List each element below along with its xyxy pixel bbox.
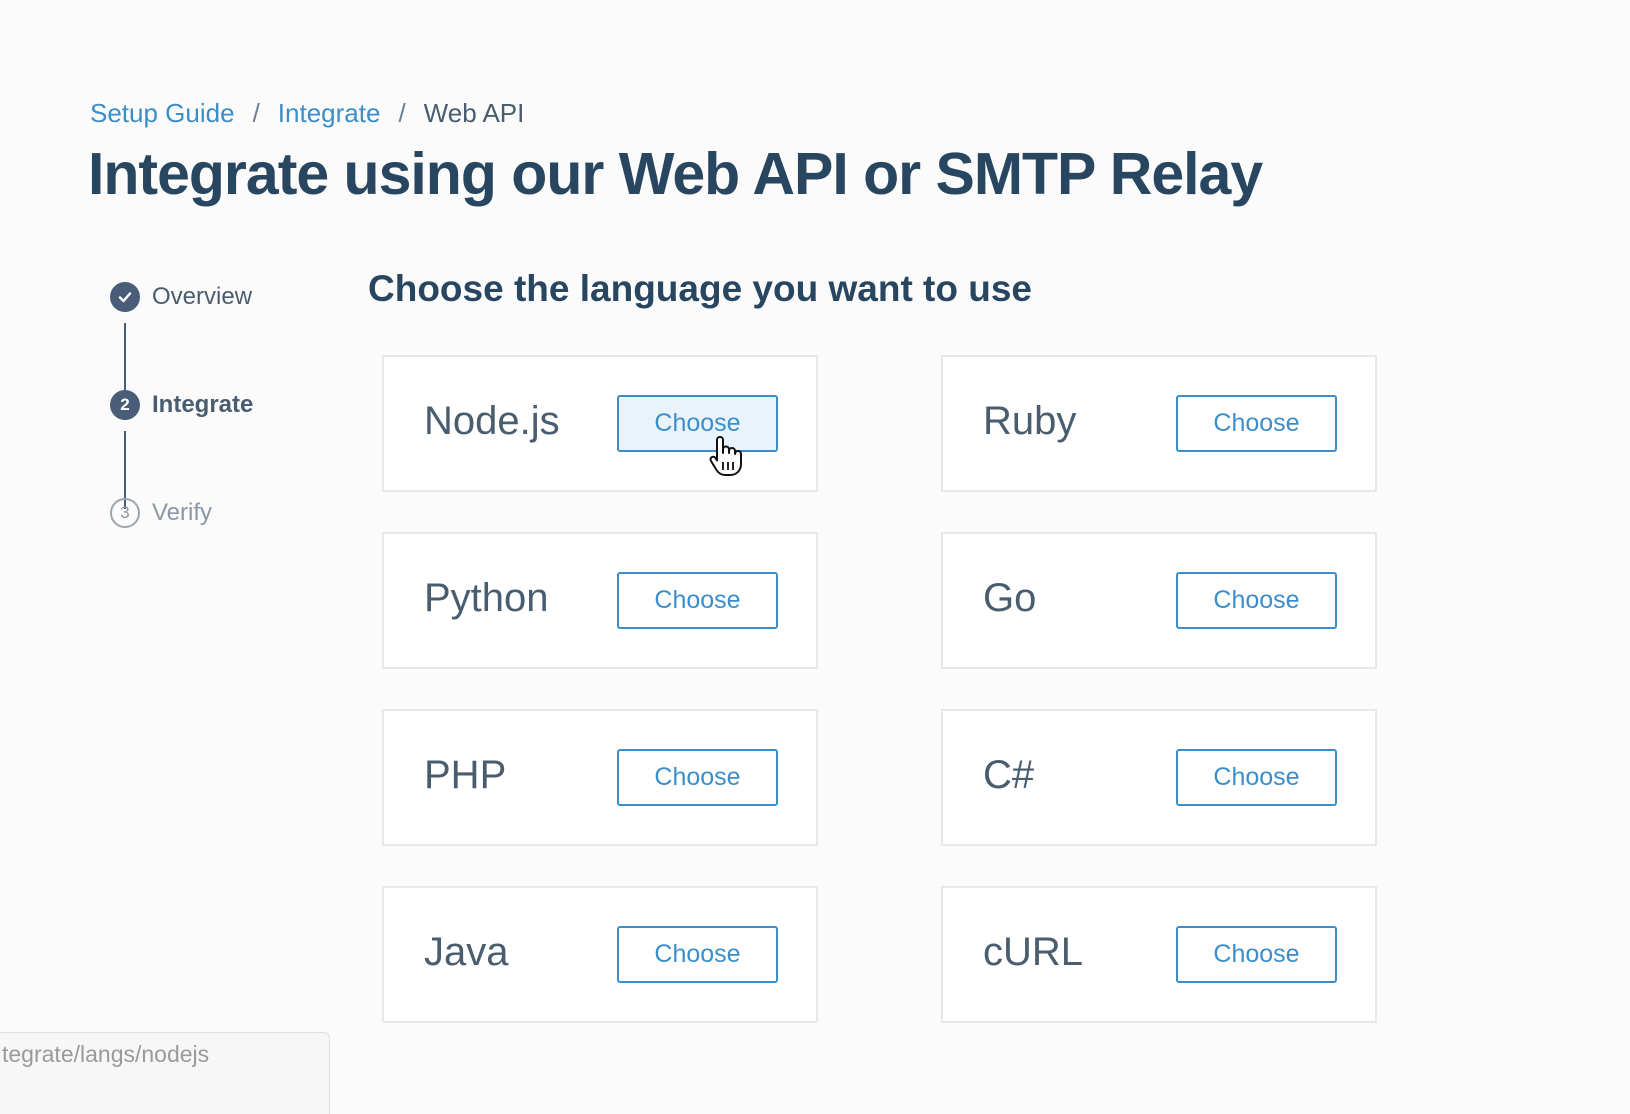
choose-ruby-button[interactable]: Choose xyxy=(1176,395,1337,452)
language-card-python: Python Choose xyxy=(382,532,818,669)
breadcrumb-current: Web API xyxy=(423,98,525,128)
language-name: cURL xyxy=(983,930,1084,974)
step-integrate[interactable]: 2 Integrate xyxy=(110,389,253,421)
language-card-ruby: Ruby Choose xyxy=(941,355,1377,492)
language-name: Ruby xyxy=(983,399,1077,443)
language-grid: Node.js Choose Ruby Choose Python Choose… xyxy=(382,355,1377,1023)
choose-java-button[interactable]: Choose xyxy=(617,926,778,983)
language-name: Python xyxy=(424,576,549,620)
breadcrumb-separator: / xyxy=(252,98,260,128)
language-card-csharp: C# Choose xyxy=(941,709,1377,846)
choose-curl-button[interactable]: Choose xyxy=(1176,926,1337,983)
choose-nodejs-button[interactable]: Choose xyxy=(617,395,778,452)
hand-pointer-icon xyxy=(709,436,742,476)
step-label-overview: Overview xyxy=(152,283,253,310)
step-verify[interactable]: 3 Verify xyxy=(110,497,212,529)
breadcrumb: Setup Guide / Integrate / Web API xyxy=(90,98,524,129)
check-icon xyxy=(110,282,140,312)
language-card-java: Java Choose xyxy=(382,886,818,1023)
language-name: C# xyxy=(983,753,1035,797)
breadcrumb-link-integrate[interactable]: Integrate xyxy=(278,98,381,129)
choose-python-button[interactable]: Choose xyxy=(617,572,778,629)
step-label-verify: Verify xyxy=(152,499,213,526)
language-name: Java xyxy=(424,930,509,974)
language-card-go: Go Choose xyxy=(941,532,1377,669)
language-name: Node.js xyxy=(424,399,560,443)
step-number: 2 xyxy=(110,390,140,420)
page-title: Integrate using our Web API or SMTP Rela… xyxy=(88,141,1263,207)
language-card-php: PHP Choose xyxy=(382,709,818,846)
choose-php-button[interactable]: Choose xyxy=(617,749,778,806)
step-overview[interactable]: Overview xyxy=(110,281,252,313)
breadcrumb-separator: / xyxy=(398,98,406,128)
choose-csharp-button[interactable]: Choose xyxy=(1176,749,1337,806)
language-name: PHP xyxy=(424,753,507,797)
step-number: 3 xyxy=(110,498,140,528)
language-name: Go xyxy=(983,576,1037,620)
status-bar-url: tegrate/langs/nodejs xyxy=(0,1032,330,1114)
section-title: Choose the language you want to use xyxy=(368,268,1033,309)
choose-go-button[interactable]: Choose xyxy=(1176,572,1337,629)
page: Setup Guide / Integrate / Web API Integr… xyxy=(0,0,1630,1114)
step-label-integrate: Integrate xyxy=(152,391,254,418)
language-card-nodejs: Node.js Choose xyxy=(382,355,818,492)
language-card-curl: cURL Choose xyxy=(941,886,1377,1023)
breadcrumb-link-setup-guide[interactable]: Setup Guide xyxy=(90,98,235,129)
